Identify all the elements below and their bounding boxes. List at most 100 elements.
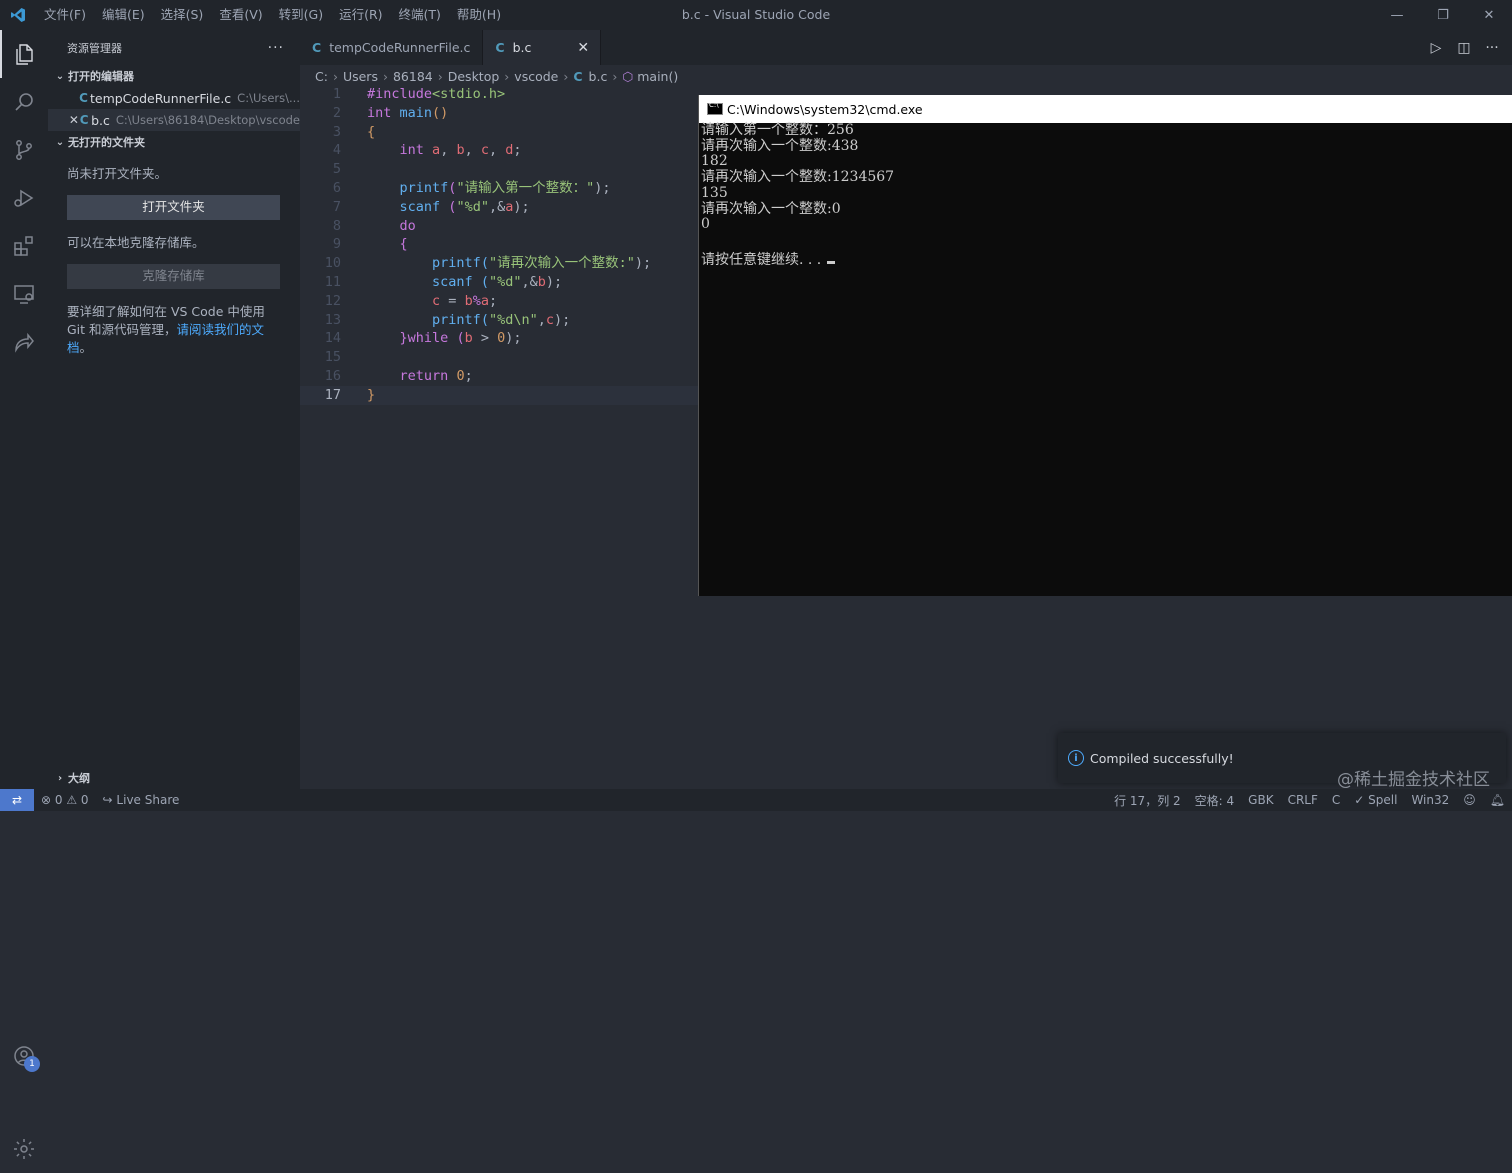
- activity-bar: 1: [0, 30, 48, 1159]
- more-actions-icon[interactable]: ···: [268, 40, 284, 56]
- open-editor-path: C:\Users\...: [237, 91, 300, 105]
- cmd-line: 请按任意键继续. . .: [701, 251, 822, 268]
- menu-bar: 文件(F) 编辑(E) 选择(S) 查看(V) 转到(G) 运行(R) 终端(T…: [36, 0, 509, 30]
- extensions-icon[interactable]: [0, 222, 48, 270]
- notification-text: Compiled successfully!: [1090, 750, 1234, 766]
- line-ending[interactable]: CRLF: [1281, 793, 1325, 807]
- spell-label: Spell: [1368, 793, 1398, 807]
- menu-file[interactable]: 文件(F): [36, 0, 94, 30]
- breadcrumb-item[interactable]: Desktop: [448, 69, 500, 84]
- accounts-icon[interactable]: 1: [0, 1032, 48, 1080]
- remote-indicator-icon[interactable]: ⇄: [0, 789, 34, 811]
- breadcrumb-file[interactable]: b.c: [589, 69, 608, 84]
- minimize-icon[interactable]: —: [1374, 0, 1420, 30]
- menu-run[interactable]: 运行(R): [331, 0, 390, 30]
- outline-header[interactable]: › 大纲: [48, 767, 300, 789]
- tab-tempcoderunnerfile[interactable]: C tempCodeRunnerFile.c: [300, 30, 484, 65]
- source-control-icon[interactable]: [0, 126, 48, 174]
- explorer-sidebar: 资源管理器 ··· ⌄ 打开的编辑器 ✕ C tempCodeRunnerFil…: [48, 30, 300, 789]
- no-folder-title: 无打开的文件夹: [68, 136, 145, 149]
- no-folder-header[interactable]: ⌄ 无打开的文件夹: [48, 131, 300, 153]
- remote-explorer-icon[interactable]: [0, 270, 48, 318]
- line-number: 3: [332, 123, 341, 140]
- open-editor-name: b.c: [91, 112, 110, 128]
- chevron-right-icon: ›: [57, 772, 63, 784]
- clone-repository-button[interactable]: 克隆存储库: [67, 264, 280, 289]
- editor-tabs: C tempCodeRunnerFile.c C b.c ✕: [300, 30, 1512, 65]
- learn-more-text: 要详细了解如何在 VS Code 中使用 Git 和源代码管理，请阅读我们的文档…: [67, 303, 280, 357]
- line-number: 13: [324, 311, 341, 328]
- chevron-right-icon: ›: [563, 68, 569, 84]
- code-text: printf("请再次输入一个整数:");: [432, 255, 652, 272]
- open-folder-button[interactable]: 打开文件夹: [67, 195, 280, 220]
- cmd-line: 135: [701, 184, 728, 201]
- platform[interactable]: Win32: [1404, 793, 1456, 807]
- cmd-window[interactable]: C:\Windows\system32\cmd.exe 请输入第一个整数：256…: [698, 95, 1512, 596]
- breadcrumb: C: › Users › 86184 › Desktop › vscode › C b.c…: [315, 65, 678, 87]
- files-icon[interactable]: [0, 30, 48, 78]
- c-file-icon: C: [312, 40, 322, 55]
- tab-b-c[interactable]: C b.c ✕: [483, 30, 602, 65]
- menu-selection[interactable]: 选择(S): [153, 0, 212, 30]
- settings-gear-icon[interactable]: [0, 1125, 48, 1173]
- feedback-icon[interactable]: ☺: [1456, 793, 1483, 807]
- search-icon[interactable]: [0, 78, 48, 126]
- cursor-position[interactable]: 行 17，列 2: [1107, 792, 1188, 809]
- menu-view[interactable]: 查看(V): [211, 0, 270, 30]
- c-file-icon: C: [495, 40, 505, 55]
- line-number: 5: [332, 161, 341, 178]
- open-editor-item[interactable]: ✕ C tempCodeRunnerFile.c C:\Users\...: [48, 87, 300, 109]
- spell-status[interactable]: ✓ Spell: [1347, 793, 1404, 807]
- menu-edit[interactable]: 编辑(E): [94, 0, 153, 30]
- problems-status[interactable]: ⊗ 0 ⚠ 0: [34, 793, 96, 807]
- indentation[interactable]: 空格: 4: [1188, 792, 1242, 809]
- split-editor-icon[interactable]: ◫: [1454, 40, 1474, 56]
- clone-text: 可以在本地克隆存储库。: [67, 235, 205, 250]
- breadcrumb-item[interactable]: 86184: [393, 69, 433, 84]
- line-number: 2: [332, 104, 341, 121]
- restore-icon[interactable]: ❐: [1420, 0, 1466, 30]
- line-number: 9: [332, 236, 341, 253]
- language-mode[interactable]: C: [1325, 793, 1347, 807]
- accounts-badge: 1: [24, 1056, 40, 1072]
- status-right: 行 17，列 2 空格: 4 GBK CRLF C ✓ Spell Win32 …: [1107, 792, 1512, 809]
- line-number: 16: [324, 367, 341, 384]
- symbol-method-icon: ⬡: [622, 68, 634, 84]
- info-icon: i: [1068, 750, 1084, 766]
- line-number: 1: [332, 86, 341, 102]
- cmd-line: 0: [701, 216, 710, 233]
- run-code-icon[interactable]: ▷: [1426, 40, 1446, 56]
- line-number: 15: [324, 349, 341, 366]
- breadcrumb-symbol[interactable]: main(): [637, 69, 678, 84]
- more-editor-actions-icon[interactable]: ···: [1482, 40, 1502, 56]
- line-number: 11: [324, 273, 341, 290]
- open-editors-header[interactable]: ⌄ 打开的编辑器: [48, 65, 300, 87]
- line-number: 12: [324, 292, 341, 309]
- breadcrumb-item[interactable]: vscode: [514, 69, 558, 84]
- breadcrumb-item[interactable]: Users: [343, 69, 378, 84]
- run-debug-icon[interactable]: [0, 174, 48, 222]
- live-share-icon[interactable]: [0, 318, 48, 366]
- c-file-icon: C: [79, 91, 88, 105]
- open-editor-path: C:\Users\86184\Desktop\vscode: [115, 113, 300, 127]
- notifications-bell-icon[interactable]: 🔔︎: [1483, 793, 1512, 807]
- menu-help[interactable]: 帮助(H): [449, 0, 509, 30]
- open-editors-title: 打开的编辑器: [68, 70, 134, 83]
- chevron-right-icon: ›: [382, 68, 388, 84]
- code-text: scanf ("%d",&b);: [432, 273, 563, 290]
- line-number: 7: [332, 198, 341, 215]
- live-share-status[interactable]: ↪ Live Share: [96, 793, 187, 807]
- cmd-title-bar[interactable]: C:\Windows\system32\cmd.exe: [699, 95, 1512, 123]
- code-text: c = b%a;: [432, 292, 498, 309]
- close-editor-icon[interactable]: ✕: [68, 113, 80, 127]
- close-window-icon[interactable]: ✕: [1466, 0, 1512, 30]
- encoding[interactable]: GBK: [1241, 793, 1280, 807]
- close-tab-icon[interactable]: ✕: [577, 40, 589, 56]
- menu-terminal[interactable]: 终端(T): [391, 0, 449, 30]
- open-editor-item[interactable]: ✕ C b.c C:\Users\86184\Desktop\vscode: [48, 109, 300, 131]
- c-file-icon: C: [79, 113, 89, 127]
- line-number: 17: [324, 386, 341, 403]
- breadcrumb-item[interactable]: C:: [315, 69, 328, 84]
- title-bar: 文件(F) 编辑(E) 选择(S) 查看(V) 转到(G) 运行(R) 终端(T…: [0, 0, 1512, 30]
- menu-go[interactable]: 转到(G): [271, 0, 331, 30]
